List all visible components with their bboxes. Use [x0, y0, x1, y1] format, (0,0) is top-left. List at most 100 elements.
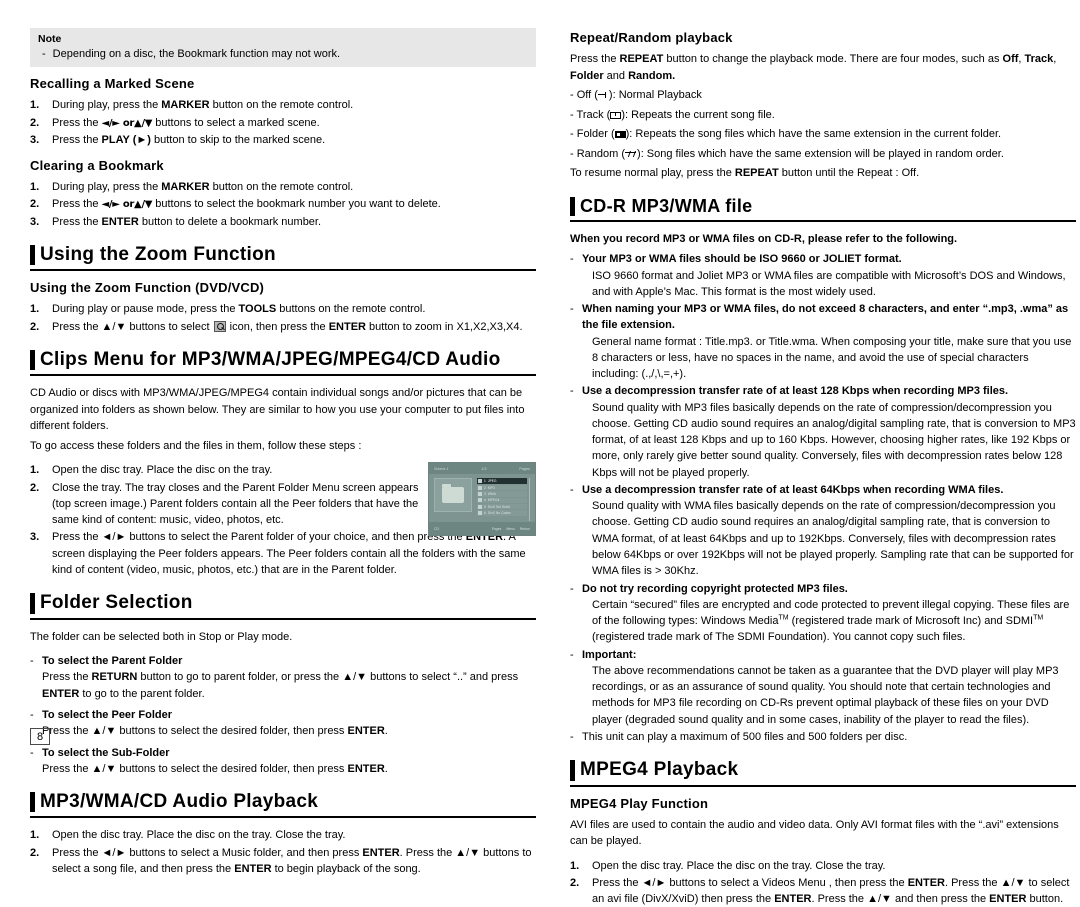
track-icon: [610, 111, 622, 119]
step-text: Press the ◄/► buttons to select a Videos…: [592, 875, 1076, 907]
step-number: 1.: [30, 303, 40, 316]
hint-menu: Menu: [506, 526, 515, 531]
step-pre: Press the ◄/► buttons to select a Videos…: [592, 876, 908, 889]
list-item: - Do not try recording copyright protect…: [570, 581, 1076, 646]
section-title: MP3/WMA/CD Audio Playback: [40, 791, 319, 813]
row-name: WMA: [487, 491, 496, 496]
list-item: 3. Press the PLAY (►) button to skip to …: [30, 132, 536, 148]
list-item: 1. During play, press the MARKER button …: [30, 97, 536, 113]
section-header-zoom-function: Using the Zoom Function: [30, 244, 536, 272]
step-text: Close the tray. The tray closes and the …: [52, 481, 419, 527]
clips-steps-with-thumbnail: Videos 1 1/2 Pages 1 JPEG 2 MP3 3 WMA 4 …: [30, 462, 536, 578]
item-heading: Use a decompression transfer rate of at …: [582, 483, 1004, 496]
repeat-intro-paragraph: Press the REPEAT button to change the pl…: [570, 51, 1076, 84]
list-item: - To select the Peer Folder Press the ▲/…: [30, 707, 536, 740]
step-text: Press the PLAY (►) button to skip to the…: [52, 132, 536, 148]
step-text: Press the ENTER button to delete a bookm…: [52, 214, 536, 230]
note-line: - Depending on a disc, the Bookmark func…: [38, 47, 528, 61]
list-item: 3 WMA: [477, 491, 527, 497]
step-pre: Press the ◄/► buttons to select a Music …: [52, 846, 363, 859]
step-pre: During play, press the: [52, 99, 162, 112]
thumbnail-body: 1 JPEG 2 MP3 3 WMA 4 MPEG4 5 DivX Sel Su…: [429, 474, 535, 522]
row-name: MP3: [487, 485, 495, 490]
item-post: to go to the parent folder.: [79, 687, 205, 700]
item-heading: To select the Parent Folder: [42, 655, 183, 668]
step-post: buttons to select the bookmark number yo…: [152, 198, 441, 211]
note-title: Note: [38, 33, 62, 45]
mode-line-folder: - Folder (): Repeats the song files whic…: [570, 126, 1076, 143]
item-pre: Press the ▲/▼ buttons to select the desi…: [42, 762, 348, 775]
list-item: 1. Open the disc tray. Place the disc on…: [30, 827, 536, 843]
resume-line: To resume normal play, press the REPEAT …: [570, 165, 1076, 182]
step-number: 1.: [30, 99, 40, 112]
step-mid-2: . Press the ▲/▼ and then press the: [811, 893, 990, 906]
step-bold-enter-2: ENTER: [234, 862, 272, 875]
step-bold: MARKER: [161, 99, 210, 112]
step-bold: MARKER: [161, 180, 210, 193]
random-icon: [625, 151, 637, 158]
item-heading: When naming your MP3 or WMA files, do no…: [582, 303, 1069, 332]
arrow-buttons-icon: ◄/► or▲/▼: [101, 199, 153, 211]
list-item: 3. Press the ◄/► buttons to select the P…: [30, 529, 536, 578]
note-box: Note - Depending on a disc, the Bookmark…: [30, 28, 536, 68]
heading-mpeg4-play-function: MPEG4 Play Function: [570, 795, 709, 811]
list-item: - Use a decompression transfer rate of a…: [570, 383, 1076, 481]
step-text: Open the disc tray. Place the disc on th…: [592, 859, 886, 872]
mode-line-off: - Off (): Normal Playback: [570, 87, 1076, 104]
folder-icon: [478, 498, 482, 503]
list-item: 2 MP3: [477, 484, 527, 491]
step-bold: ENTER: [328, 320, 366, 333]
item-pre: Press the ▲/▼ buttons to select the desi…: [42, 725, 348, 738]
item-bold-return: RETURN: [91, 671, 138, 684]
item-text: Press the ▲/▼ buttons to select the desi…: [42, 763, 388, 775]
folder-icon: [478, 491, 482, 496]
list-folder-selection: - To select the Parent Folder Press the …: [30, 653, 536, 777]
folder-icon: [478, 511, 482, 516]
section-title: Clips Menu for MP3/WMA/JPEG/MPEG4/CD Aud…: [40, 349, 501, 371]
step-number: 1.: [570, 859, 580, 872]
item-post: (registered trade mark of The SDMI Found…: [592, 631, 966, 644]
step-bold-enter-1: ENTER: [362, 846, 400, 859]
step-number: 3.: [30, 134, 40, 147]
item-post: .: [384, 725, 388, 738]
heading-clearing-bookmark: Clearing a Bookmark: [30, 157, 164, 173]
heading-zoom-dvd-vcd: Using the Zoom Function (DVD/VCD): [30, 280, 265, 296]
folder-repeat-icon: [614, 131, 626, 138]
step-number: 2.: [30, 198, 40, 211]
step-text: Press the ▲/▼ buttons to select icon, th…: [52, 319, 536, 335]
row-index: 2: [484, 485, 486, 490]
item-text: Certain “secured” files are encrypted an…: [582, 597, 1076, 646]
step-bold-enter-1: ENTER: [907, 876, 945, 889]
hint-return: Return: [519, 526, 530, 531]
row-index: 3: [484, 491, 486, 496]
manual-page: Note - Depending on a disc, the Bookmark…: [0, 0, 1080, 905]
list-item: - Important: The above recommendations c…: [570, 647, 1076, 728]
item-mid: (registered trade mark of Microsoft Inc)…: [788, 615, 1034, 628]
step-number: 1.: [30, 829, 40, 842]
step-number: 3.: [30, 215, 40, 228]
off-icon: [597, 92, 609, 99]
step-number: 2.: [30, 481, 40, 494]
mode-line-random: - Random ( ): Song files which have the s…: [570, 146, 1076, 163]
thumbnail-file-list: 1 JPEG 2 MP3 3 WMA 4 MPEG4 5 DivX Sel Su…: [477, 478, 530, 522]
list-item: 2. Press the ▲/▼ buttons to select icon,…: [30, 319, 536, 335]
item-heading: To select the Sub-Folder: [42, 746, 170, 759]
row-index: 4: [484, 498, 486, 503]
mpeg4-intro: AVI files are used to contain the audio …: [570, 818, 1059, 848]
step-text: During play, press the MARKER button on …: [52, 97, 536, 113]
bullet-dash: -: [570, 303, 574, 316]
list-recalling-steps: 1. During play, press the MARKER button …: [30, 97, 536, 148]
clips-intro-paragraph-2: To go access these folders and the files…: [30, 439, 362, 452]
step-post: button to skip to the marked scene.: [150, 134, 326, 147]
mode-desc: ): Repeats the current song file.: [621, 108, 775, 121]
mode-desc: ): Song files which have the same extens…: [637, 147, 1004, 160]
item-text: Press the ▲/▼ buttons to select the desi…: [42, 725, 388, 737]
step-text: During play or pause mode, press the TOO…: [52, 301, 536, 317]
item-mid: button to go to parent folder, or press …: [137, 671, 519, 684]
step-number: 2.: [570, 876, 580, 889]
page-number: 8: [30, 728, 50, 745]
step-post: to begin playback of the song.: [271, 862, 421, 875]
item-heading: To select the Peer Folder: [42, 708, 173, 721]
resume-post: button until the Repeat : Off.: [778, 167, 920, 179]
mode-label: - Random (: [570, 147, 626, 160]
